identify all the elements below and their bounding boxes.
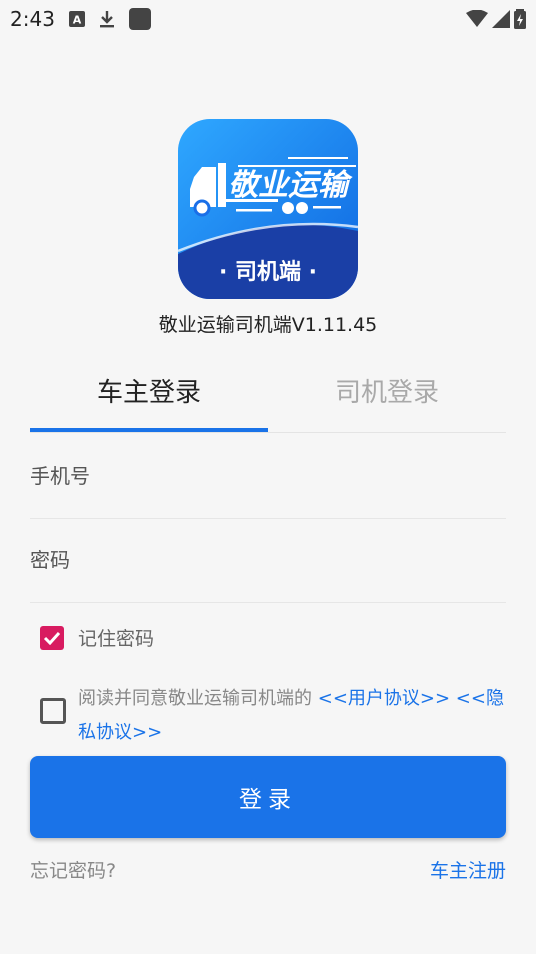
wifi-icon [466,10,488,28]
logo-subtitle-text: · 司机端 · [219,260,317,285]
tab-owner-login[interactable]: 车主登录 [30,352,268,428]
user-agreement-link[interactable]: <<用户协议>> [318,688,450,709]
remember-password-checkbox[interactable] [40,625,64,650]
phone-field [30,434,506,519]
password-field [30,518,506,603]
svg-text:A: A [73,14,82,27]
logo-name-text: 敬业运输 [228,168,353,203]
login-button[interactable]: 登录 [30,756,506,838]
status-time: 2:43 [10,7,55,31]
register-owner-link[interactable]: 车主注册 [430,856,506,883]
tab-driver-login[interactable]: 司机登录 [268,352,506,428]
forgot-password-link[interactable]: 忘记密码? [30,856,116,883]
agreement-text: 阅读并同意敬业运输司机端的 <<用户协议>> <<隐私协议>> [78,682,508,750]
phone-input[interactable] [30,434,506,518]
tabs-divider [30,432,506,433]
notification-square-icon [128,8,151,30]
status-bar: 2:43 A [0,0,536,38]
agreement-prefix: 阅读并同意敬业运输司机端的 [78,688,312,709]
login-tabs: 车主登录 司机登录 [30,352,506,434]
remember-password-label: 记住密码 [78,628,155,650]
password-input[interactable] [30,518,506,602]
battery-charging-icon [514,9,526,29]
signal-icon [492,10,510,28]
check-icon [43,631,61,645]
app-logo: 敬业运输 · 司机端 · [178,119,358,299]
remember-password-row[interactable]: 记住密码 [40,624,154,651]
download-icon [99,10,115,28]
notification-a-icon: A [68,11,85,27]
agreement-checkbox[interactable] [40,698,66,724]
app-version-title: 敬业运输司机端V1.11.45 [158,314,378,336]
